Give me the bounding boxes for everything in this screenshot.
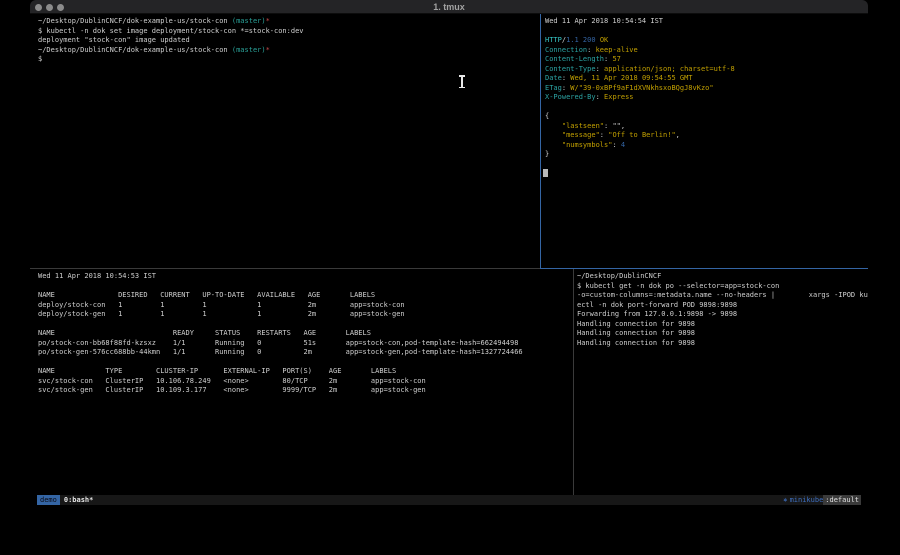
pane-shell-top-left[interactable]: ~/Desktop/DublinCNCF/dok-example-us/stoc… bbox=[30, 14, 540, 268]
tmux-status-bar: demo 0:bash* ⎈ minikube :default bbox=[37, 495, 861, 505]
terminal-line: Handling connection for 9898 bbox=[577, 320, 868, 330]
terminal-line: Content-Length: 57 bbox=[545, 55, 868, 65]
terminal-line bbox=[38, 320, 573, 330]
terminal-line: Handling connection for 9898 bbox=[577, 339, 868, 349]
terminal-line bbox=[38, 358, 573, 368]
terminal-line: po/stock-con-bb68f88fd-kzsxz 1/1 Running… bbox=[38, 339, 573, 349]
terminal-line: } bbox=[545, 150, 868, 160]
terminal-line: deployment "stock-con" image updated bbox=[38, 36, 540, 46]
pane-divider-vertical-top[interactable] bbox=[540, 14, 541, 268]
window-titlebar: 1. tmux bbox=[30, 0, 868, 14]
terminal-line bbox=[545, 27, 868, 37]
terminal-line bbox=[38, 282, 573, 292]
mouse-ibeam-pointer bbox=[459, 75, 464, 88]
terminal-line: ectl -n dok port-forward POD 9898:9898 bbox=[577, 301, 868, 311]
terminal-line bbox=[545, 103, 868, 113]
terminal-line: "message": "Off to Berlin!", bbox=[545, 131, 868, 141]
terminal-line: Wed 11 Apr 2018 10:54:54 IST bbox=[545, 17, 868, 27]
terminal-line: HTTP/1.1 200 OK bbox=[545, 36, 868, 46]
terminal-line: Connection: keep-alive bbox=[545, 46, 868, 56]
terminal-line: ETag: W/"39-0xBPf9aF1dXVNkhsxoBQgJ8vKzo" bbox=[545, 84, 868, 94]
kube-cluster-label: minikube bbox=[790, 495, 824, 505]
terminal-line: Content-Type: application/json; charset=… bbox=[545, 65, 868, 75]
terminal-cursor bbox=[543, 169, 548, 177]
terminal-line: Forwarding from 127.0.0.1:9898 -> 9898 bbox=[577, 310, 868, 320]
terminal-line: ~/Desktop/DublinCNCF/dok-example-us/stoc… bbox=[38, 46, 540, 56]
pane-kubectl-get[interactable]: Wed 11 Apr 2018 10:54:53 IST NAME DESIRE… bbox=[30, 269, 573, 495]
terminal-line: "lastseen": "", bbox=[545, 122, 868, 132]
terminal-line: NAME READY STATUS RESTARTS AGE LABELS bbox=[38, 329, 573, 339]
terminal-line: po/stock-gen-576cc688bb-44kmn 1/1 Runnin… bbox=[38, 348, 573, 358]
pane-divider-vertical-bottom[interactable] bbox=[573, 269, 574, 495]
terminal-line: ~/Desktop/DublinCNCF/dok-example-us/stoc… bbox=[38, 17, 540, 27]
terminal-line: deploy/stock-gen 1 1 1 1 2m app=stock-ge… bbox=[38, 310, 573, 320]
terminal-line: $ bbox=[38, 55, 540, 65]
terminal-line: svc/stock-gen ClusterIP 10.109.3.177 <no… bbox=[38, 386, 573, 396]
session-name-badge: demo bbox=[37, 495, 60, 505]
terminal-line: $ kubectl get -n dok po --selector=app=s… bbox=[577, 282, 868, 292]
pane-divider-horizontal-right[interactable] bbox=[540, 268, 868, 269]
terminal-line: Date: Wed, 11 Apr 2018 09:54:55 GMT bbox=[545, 74, 868, 84]
terminal-line: deploy/stock-con 1 1 1 1 2m app=stock-co… bbox=[38, 301, 573, 311]
terminal-line: svc/stock-con ClusterIP 10.106.78.249 <n… bbox=[38, 377, 573, 387]
helm-wheel-icon: ⎈ bbox=[783, 495, 787, 505]
terminal-line: Wed 11 Apr 2018 10:54:53 IST bbox=[38, 272, 573, 282]
terminal-line: X-Powered-By: Express bbox=[545, 93, 868, 103]
terminal-line: { bbox=[545, 112, 868, 122]
terminal-line: $ kubectl -n dok set image deployment/st… bbox=[38, 27, 540, 37]
pane-divider-horizontal-left[interactable] bbox=[30, 268, 540, 269]
pane-port-forward[interactable]: ~/Desktop/DublinCNCF$ kubectl get -n dok… bbox=[574, 269, 868, 495]
kube-context-label: :default bbox=[823, 495, 861, 505]
terminal-line: NAME TYPE CLUSTER-IP EXTERNAL-IP PORT(S)… bbox=[38, 367, 573, 377]
window-title: 1. tmux bbox=[30, 1, 868, 13]
terminal-line: NAME DESIRED CURRENT UP-TO-DATE AVAILABL… bbox=[38, 291, 573, 301]
terminal-line: Handling connection for 9898 bbox=[577, 329, 868, 339]
pane-http-response[interactable]: Wed 11 Apr 2018 10:54:54 IST HTTP/1.1 20… bbox=[541, 14, 868, 268]
terminal-window: 1. tmux ~/Desktop/DublinCNCF/dok-example… bbox=[30, 0, 868, 512]
window-tab-bash[interactable]: 0:bash* bbox=[64, 495, 94, 505]
terminal-line: -o=custom-columns=:metadata.name --no-he… bbox=[577, 291, 868, 301]
terminal-line: ~/Desktop/DublinCNCF bbox=[577, 272, 868, 282]
terminal-line: "numsymbols": 4 bbox=[545, 141, 868, 151]
